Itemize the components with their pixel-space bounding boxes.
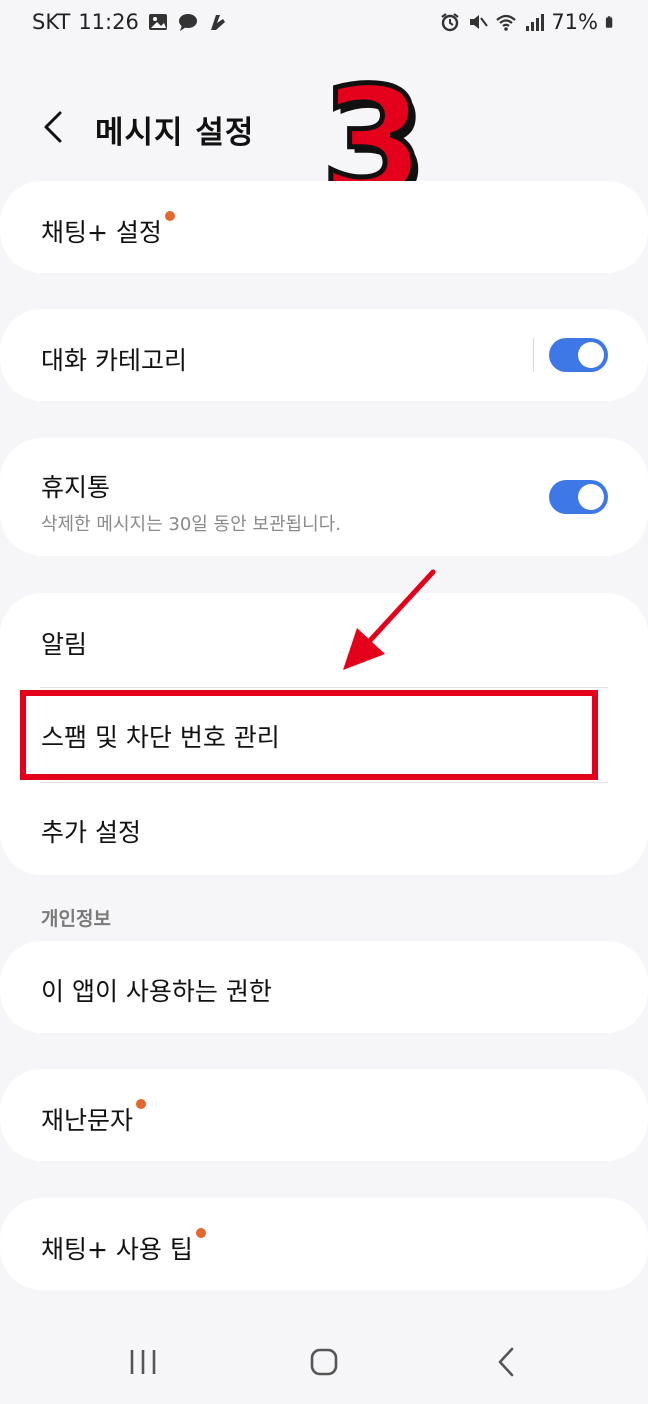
signal-icon: [526, 14, 545, 31]
carrier-label: SKT: [32, 10, 71, 34]
more-settings-row[interactable]: 추가 설정: [0, 783, 648, 875]
conversation-categories-label: 대화 카테고리: [41, 346, 187, 375]
card-emergency-alerts[interactable]: 재난문자: [0, 1069, 648, 1161]
notifications-label: 알림: [41, 630, 88, 659]
chat-plus-settings-label: 채팅+ 설정: [41, 211, 175, 249]
vertical-divider: [533, 338, 534, 372]
battery-icon: [605, 16, 613, 28]
conversation-categories-toggle[interactable]: [549, 338, 608, 372]
trash-label: 휴지통: [41, 473, 111, 502]
trash-toggle[interactable]: [549, 480, 608, 514]
app-permissions-label: 이 앱이 사용하는 권한: [41, 977, 272, 1006]
card-trash[interactable]: 휴지통 삭제한 메시지는 30일 동안 보관됩니다.: [0, 438, 648, 556]
alarm-icon: [441, 13, 459, 32]
trash-description: 삭제한 메시지는 30일 동안 보관됩니다.: [41, 514, 341, 535]
home-icon[interactable]: [299, 1340, 349, 1384]
back-nav-icon[interactable]: [482, 1340, 532, 1384]
notifications-row[interactable]: 알림: [0, 593, 648, 687]
more-settings-label: 추가 설정: [41, 818, 141, 847]
clock: 11:26: [78, 10, 139, 34]
navigation-bar: [0, 1320, 648, 1404]
page-title: 메시지 설정: [95, 115, 255, 151]
new-badge-dot: [195, 1228, 206, 1238]
status-bar: SKT 11:26 71%: [0, 0, 648, 50]
status-right: 71%: [439, 10, 618, 34]
mute-icon: [470, 15, 489, 29]
highlight-box-annotation: [20, 690, 598, 780]
battery-percent: 71%: [551, 10, 598, 34]
notification-app-icon: [210, 15, 225, 30]
new-badge-dot: [164, 211, 175, 221]
privacy-section-label: 개인정보: [41, 908, 111, 930]
card-app-permissions[interactable]: 이 앱이 사용하는 권한: [0, 941, 648, 1033]
emergency-alerts-label: 재난문자: [41, 1099, 147, 1137]
recent-apps-icon[interactable]: [118, 1340, 168, 1384]
card-chat-plus-tips[interactable]: 채팅+ 사용 팁: [0, 1198, 648, 1290]
back-arrow-icon[interactable]: [36, 107, 70, 147]
wifi-icon: [496, 14, 517, 31]
chat-bubble-icon: [178, 14, 197, 31]
arrow-annotation: [343, 569, 436, 670]
card-chat-plus-settings[interactable]: 채팅+ 설정: [0, 181, 648, 273]
card-conversation-categories[interactable]: 대화 카테고리: [0, 309, 648, 401]
new-badge-dot: [136, 1099, 147, 1109]
status-left: SKT 11:26: [32, 10, 229, 34]
chat-plus-tips-label: 채팅+ 사용 팁: [41, 1228, 206, 1266]
gallery-icon: [148, 14, 167, 30]
